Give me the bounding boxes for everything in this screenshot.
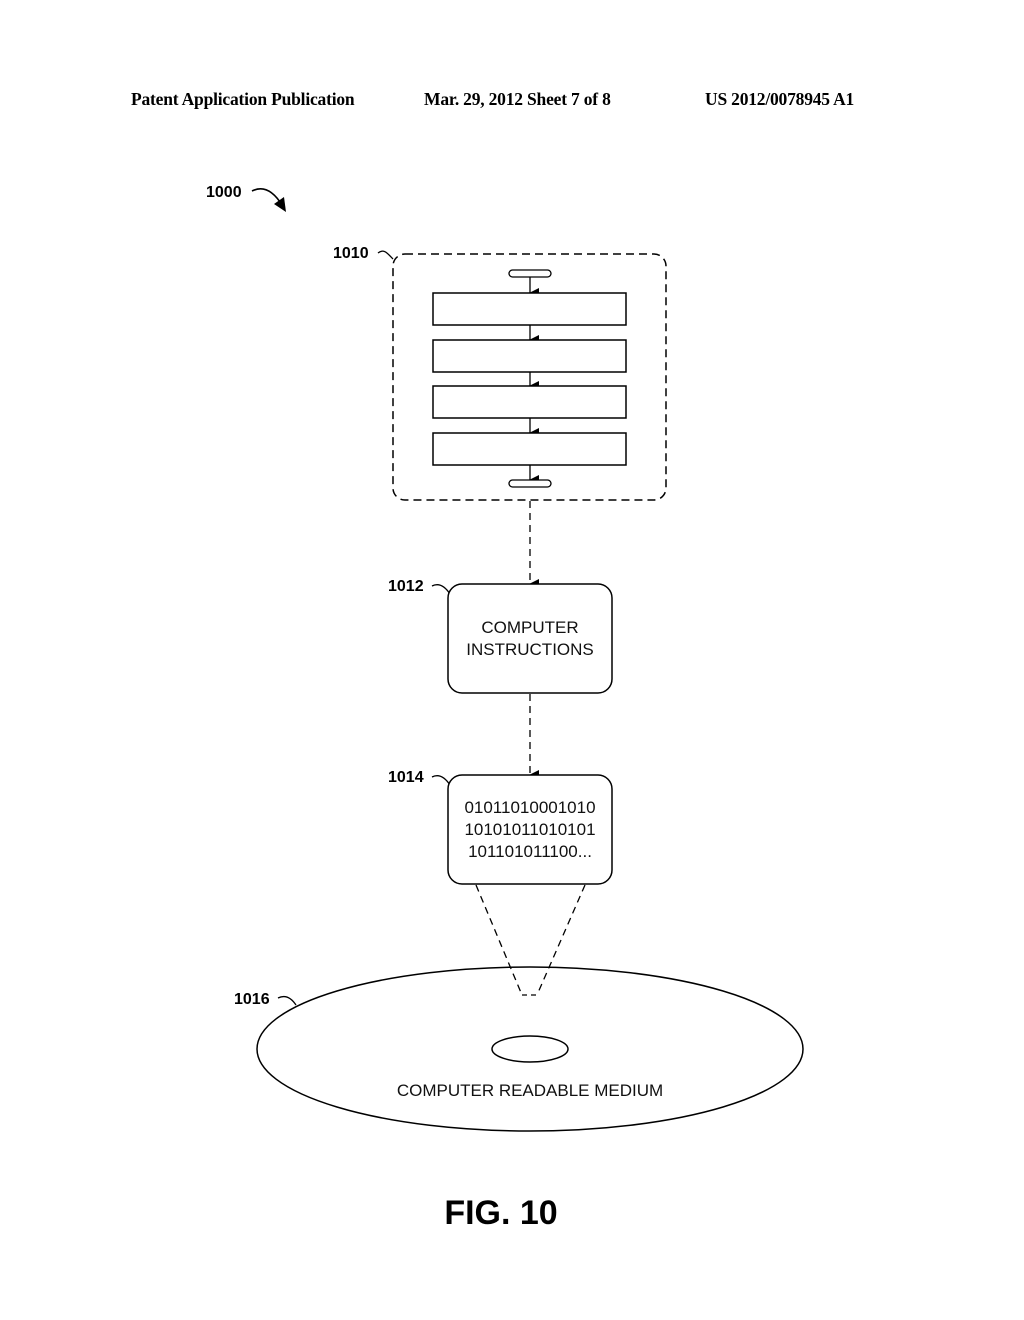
leader-line-1010 (377, 250, 394, 260)
ref-label-1016: 1016 (234, 991, 270, 1008)
arrow-head-icon (274, 197, 286, 212)
flowchart-step-4 (432, 432, 627, 466)
flowchart-start-terminator (508, 269, 552, 278)
figure-10-diagram: 1000 1010 1012 COMPUTER INSTRUCTIONS 101… (206, 184, 804, 1232)
medium-label: COMPUTER READABLE MEDIUM (397, 1081, 663, 1100)
instructions-line-2: INSTRUCTIONS (466, 640, 594, 659)
ref-label-1012: 1012 (388, 578, 424, 595)
binary-line-3: 101101011100... (468, 842, 592, 861)
ref-label-1010: 1010 (333, 245, 369, 262)
flowchart-end-terminator (508, 479, 552, 488)
leader-line-1016 (277, 995, 297, 1006)
disc-center-hole (491, 1035, 569, 1063)
leader-line-1014 (431, 775, 451, 786)
ref-label-1014: 1014 (388, 769, 424, 786)
flowchart-step-3 (432, 385, 627, 419)
leader-line-1012 (431, 584, 451, 595)
binary-line-1: 01011010001010 (464, 798, 595, 817)
figure-caption: FIG. 10 (444, 1194, 557, 1232)
flowchart-step-2 (432, 339, 627, 373)
computer-instructions-box (447, 583, 613, 694)
ref-label-1000: 1000 (206, 184, 242, 201)
flowchart-step-1 (432, 292, 627, 326)
binary-line-2: 10101011010101 (464, 820, 595, 839)
instructions-line-1: COMPUTER (481, 618, 578, 637)
